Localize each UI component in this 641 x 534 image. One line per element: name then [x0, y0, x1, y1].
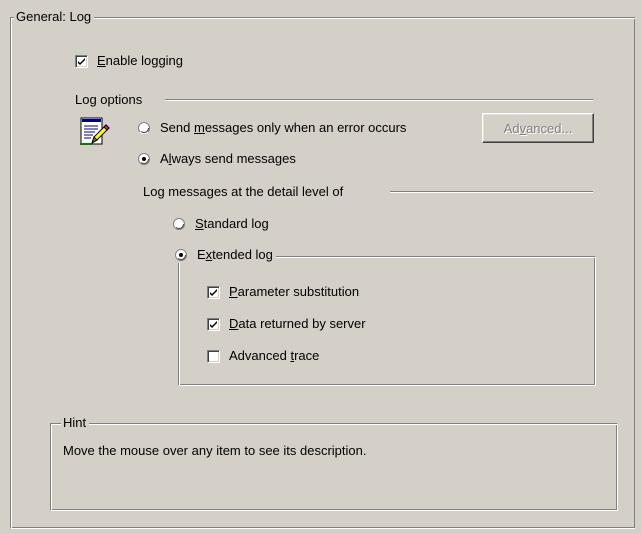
- log-options-title: Log options: [73, 92, 146, 108]
- hint-group: [50, 423, 618, 511]
- advanced-trace-label: Advanced trace: [229, 348, 320, 363]
- send-on-error-radio[interactable]: Send messages only when an error occurs: [138, 120, 406, 136]
- advanced-button[interactable]: Advanced...: [482, 113, 594, 143]
- radio-unselected-icon: [173, 218, 185, 230]
- radio-unselected-icon: [138, 122, 150, 134]
- parameter-substitution-checkbox[interactable]: Parameter substitution: [207, 284, 359, 300]
- data-returned-checkbox[interactable]: Data returned by server: [207, 316, 366, 332]
- advanced-button-label: Advanced...: [503, 120, 573, 136]
- send-on-error-label: Send messages only when an error occurs: [160, 120, 407, 135]
- enable-logging-check[interactable]: [75, 54, 88, 68]
- radio-selected-icon: [138, 153, 150, 165]
- hint-text: Move the mouse over any item to see its …: [63, 443, 367, 458]
- extended-log-radio[interactable]: Extended log: [171, 247, 276, 263]
- data-returned-check[interactable]: [207, 317, 220, 331]
- general-log-title: General: Log: [14, 9, 95, 25]
- always-send-label: Always send messages: [160, 151, 296, 166]
- data-returned-label: Data returned by server: [229, 316, 366, 331]
- detail-level-title: Log messages at the detail level of: [141, 184, 347, 200]
- checkmark-icon: [78, 57, 85, 65]
- parameter-substitution-label: Parameter substitution: [229, 284, 360, 299]
- standard-log-radio[interactable]: Standard log: [173, 216, 269, 232]
- always-send-radio[interactable]: Always send messages: [138, 151, 296, 167]
- parameter-substitution-check[interactable]: [207, 285, 220, 299]
- standard-log-label: Standard log: [195, 216, 269, 231]
- detail-level-separator: [390, 191, 593, 193]
- extended-log-label: Extended log: [197, 247, 273, 262]
- enable-logging-label: Enable logging: [97, 53, 184, 68]
- enable-logging-checkbox[interactable]: Enable logging: [75, 53, 183, 69]
- checkmark-icon: [210, 320, 217, 328]
- advanced-trace-check[interactable]: [207, 349, 220, 363]
- log-options-separator: [165, 99, 593, 101]
- radio-selected-icon: [175, 249, 187, 261]
- advanced-trace-checkbox[interactable]: Advanced trace: [207, 348, 319, 364]
- hint-title: Hint: [61, 415, 90, 431]
- notepad-pencil-icon: [78, 115, 110, 147]
- checkmark-icon: [210, 288, 217, 296]
